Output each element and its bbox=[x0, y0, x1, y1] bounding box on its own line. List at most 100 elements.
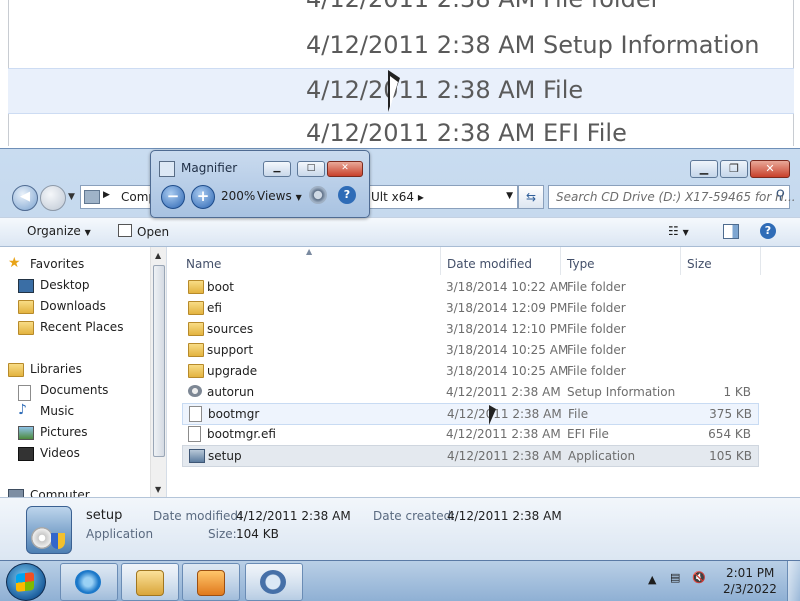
file-size: 1 KB bbox=[723, 385, 751, 399]
open-button[interactable]: Open bbox=[118, 224, 169, 239]
column-header-date[interactable]: Date modified bbox=[447, 257, 532, 271]
nav-recent-places[interactable]: Recent Places bbox=[18, 320, 123, 335]
breadcrumb-drive[interactable]: Ult x64 ▸ bbox=[371, 190, 424, 204]
zoom-level: 200% bbox=[221, 189, 256, 203]
magnifier-maximize-button[interactable]: □ bbox=[297, 161, 325, 177]
zoom-out-button[interactable]: − bbox=[161, 185, 185, 209]
nav-libraries[interactable]: Libraries bbox=[8, 362, 82, 377]
help-button[interactable]: ? bbox=[760, 223, 776, 239]
file-date: 4/12/2011 2:38 AM bbox=[446, 385, 561, 399]
magnifier-options-gear-icon[interactable] bbox=[309, 186, 327, 204]
magnifier-help-button[interactable]: ? bbox=[338, 186, 356, 204]
magnified-type: File bbox=[543, 76, 584, 104]
folder-library-icon bbox=[136, 570, 164, 596]
minimize-button[interactable]: ▁ bbox=[690, 160, 718, 178]
close-button[interactable]: ✕ bbox=[750, 160, 790, 178]
nav-pictures[interactable]: Pictures bbox=[18, 425, 88, 440]
show-hidden-icons-icon[interactable]: ▲ bbox=[648, 573, 656, 586]
scrollbar-thumb[interactable] bbox=[153, 265, 165, 457]
file-size: 105 KB bbox=[709, 449, 752, 463]
details-file-name: setup bbox=[86, 508, 123, 523]
sort-arrow-icon: ▲ bbox=[306, 247, 313, 256]
magnifier-title: Magnifier bbox=[181, 161, 238, 175]
folder-icon bbox=[188, 364, 204, 378]
network-icon[interactable]: ▤ bbox=[670, 571, 680, 584]
downloads-icon bbox=[18, 300, 34, 314]
nav-documents[interactable]: Documents bbox=[18, 383, 108, 401]
nav-videos[interactable]: Videos bbox=[18, 446, 80, 461]
show-desktop-button[interactable] bbox=[787, 561, 800, 601]
file-row[interactable]: boot 3/18/2014 10:22 AM File folder bbox=[182, 277, 757, 297]
organize-button[interactable]: Organize ▼ bbox=[27, 224, 91, 238]
forward-button[interactable] bbox=[40, 185, 66, 211]
zoom-in-button[interactable]: + bbox=[191, 185, 215, 209]
file-row[interactable]: sources 3/18/2014 12:10 PM File folder bbox=[182, 319, 757, 339]
column-header-size[interactable]: Size bbox=[687, 257, 712, 271]
taskbar-magnifier[interactable] bbox=[245, 563, 303, 601]
column-divider[interactable] bbox=[440, 247, 441, 275]
magnifier-close-button[interactable]: ✕ bbox=[327, 161, 363, 177]
file-type: EFI File bbox=[567, 427, 609, 441]
magnified-date: 4/12/2011 2:38 AM bbox=[306, 0, 535, 13]
address-dropdown-icon[interactable]: ▼ bbox=[506, 191, 513, 201]
file-list: Name ▲ Date modified Type Size boot 3/18… bbox=[170, 247, 800, 497]
file-type: File folder bbox=[567, 364, 626, 378]
nav-music[interactable]: ♪ Music bbox=[18, 402, 75, 418]
clock-time[interactable]: 2:01 PM bbox=[726, 566, 774, 580]
nav-desktop[interactable]: Desktop bbox=[18, 278, 90, 293]
file-row-hovered[interactable]: bootmgr 4/12/2011 2:38 AM File 375 KB bbox=[182, 403, 759, 425]
search-input[interactable]: Search CD Drive (D:) X17-59465 for H... bbox=[556, 190, 796, 204]
nav-favorites[interactable]: ★ Favorites bbox=[8, 255, 84, 271]
windows-logo-icon bbox=[16, 572, 34, 592]
file-row[interactable]: upgrade 3/18/2014 10:25 AM File folder bbox=[182, 361, 757, 381]
nav-label: Music bbox=[40, 404, 75, 418]
column-divider[interactable] bbox=[560, 247, 561, 275]
details-date-modified-label: Date modified: bbox=[153, 509, 243, 523]
file-row[interactable]: efi 3/18/2014 12:09 PM File folder bbox=[182, 298, 757, 318]
column-divider[interactable] bbox=[760, 247, 761, 275]
preview-pane-button[interactable] bbox=[723, 224, 739, 239]
column-divider[interactable] bbox=[680, 247, 681, 275]
clock-date[interactable]: 2/3/2022 bbox=[723, 582, 777, 596]
magnified-type: File folder bbox=[543, 0, 660, 13]
folder-icon bbox=[188, 301, 204, 315]
search-box[interactable]: Search CD Drive (D:) X17-59465 for H... … bbox=[548, 185, 796, 209]
maximize-button[interactable]: ❐ bbox=[720, 160, 748, 178]
file-row[interactable]: support 3/18/2014 10:25 AM File folder bbox=[182, 340, 757, 360]
file-type: File folder bbox=[567, 343, 626, 357]
file-size: 654 KB bbox=[708, 427, 751, 441]
details-view-icon: ☷ bbox=[668, 224, 679, 238]
music-icon: ♪ bbox=[18, 402, 27, 418]
recent-pages-dropdown[interactable]: ▼ bbox=[68, 192, 75, 202]
column-header-name[interactable]: Name bbox=[186, 257, 221, 271]
file-date: 4/12/2011 2:38 AM bbox=[447, 449, 562, 463]
nav-downloads[interactable]: Downloads bbox=[18, 299, 106, 314]
file-name: bootmgr.efi bbox=[207, 427, 276, 441]
internet-explorer-icon bbox=[75, 570, 101, 594]
chevron-right-icon[interactable]: ▶ bbox=[103, 190, 110, 200]
file-row[interactable]: bootmgr.efi 4/12/2011 2:38 AM EFI File 6… bbox=[182, 424, 757, 444]
taskbar-windows-explorer[interactable] bbox=[121, 563, 179, 601]
explorer-content: ★ Favorites Desktop Downloads Recent Plac… bbox=[0, 247, 800, 503]
magnifier-views-menu[interactable]: Views ▼ bbox=[257, 189, 302, 203]
nav-scrollbar[interactable]: ▲ ▼ bbox=[150, 247, 166, 497]
nav-label: Downloads bbox=[40, 299, 106, 313]
back-button[interactable]: ◀ bbox=[12, 185, 38, 211]
column-header-type[interactable]: Type bbox=[567, 257, 595, 271]
scroll-down-icon[interactable]: ▼ bbox=[155, 485, 161, 494]
details-date-created-label: Date created: bbox=[373, 509, 456, 523]
file-row[interactable]: autorun 4/12/2011 2:38 AM Setup Informat… bbox=[182, 382, 757, 402]
file-row-selected[interactable]: setup 4/12/2011 2:38 AM Application 105 … bbox=[182, 445, 759, 467]
change-view-button[interactable]: ☷ ▼ bbox=[668, 224, 689, 238]
refresh-button[interactable]: ⇆ bbox=[518, 185, 544, 209]
taskbar-media-player[interactable] bbox=[182, 563, 240, 601]
volume-muted-icon[interactable]: 🔇 bbox=[692, 571, 706, 584]
taskbar: ▲ ▤ 🔇 2:01 PM 2/3/2022 bbox=[0, 560, 800, 601]
magnifier-icon bbox=[260, 570, 286, 594]
scroll-up-icon[interactable]: ▲ bbox=[155, 251, 161, 260]
mouse-cursor-magnified bbox=[388, 70, 400, 112]
start-button[interactable] bbox=[6, 563, 46, 601]
taskbar-internet-explorer[interactable] bbox=[60, 563, 118, 601]
videos-icon bbox=[18, 447, 34, 461]
magnifier-minimize-button[interactable]: ▁ bbox=[263, 161, 291, 177]
